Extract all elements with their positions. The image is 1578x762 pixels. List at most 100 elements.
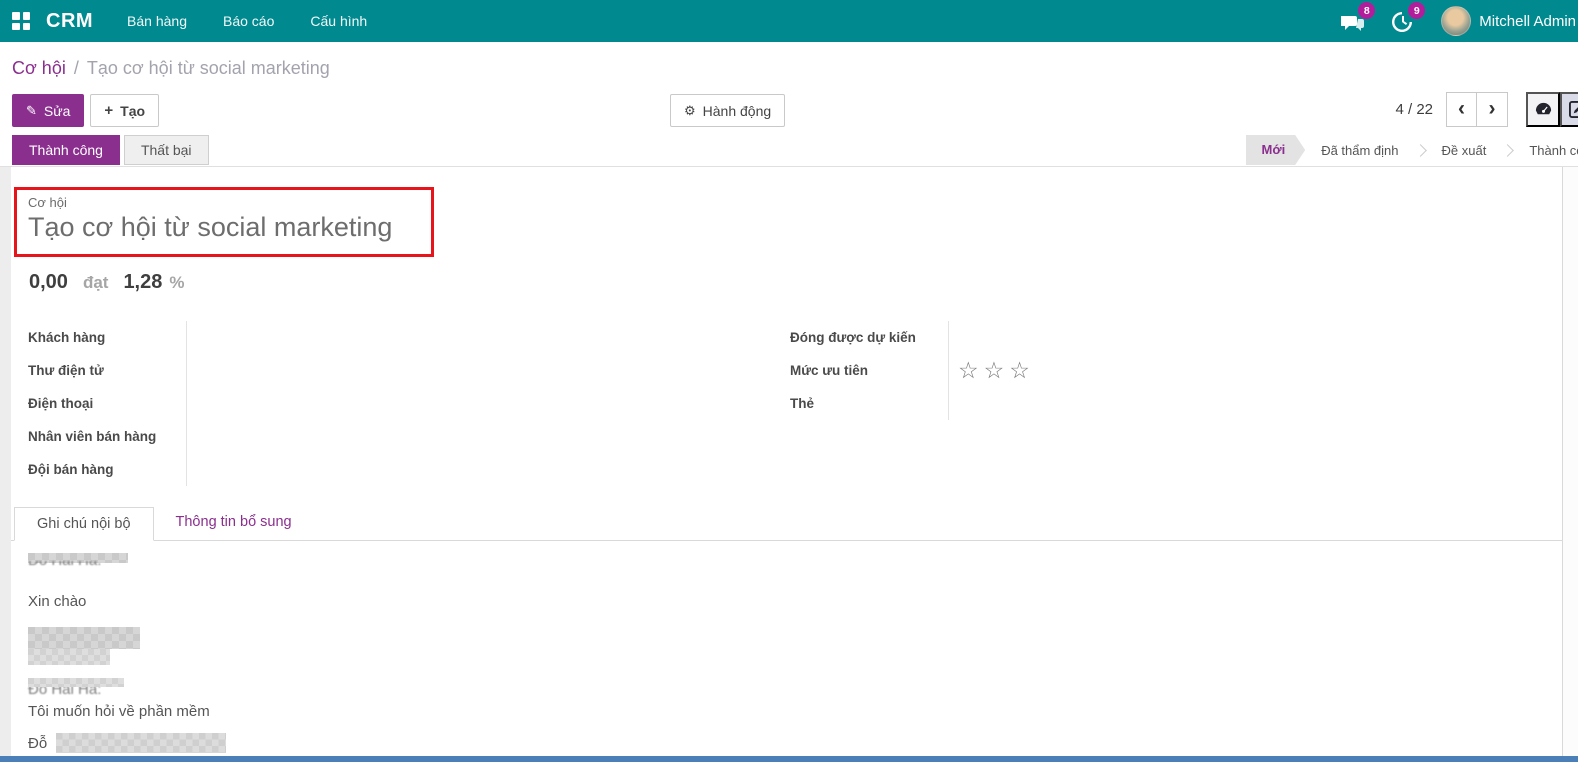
field-group-right: Đóng được dự kiến Mức ưu tiên ☆ ☆ ☆ Thẻ xyxy=(790,321,1530,420)
field-label-priority: Mức ưu tiên xyxy=(790,363,948,378)
page-gutter-left xyxy=(0,167,11,756)
field-row: Đội bán hàng xyxy=(28,453,768,486)
apps-grid-icon[interactable] xyxy=(12,12,30,30)
note-last-prefix: Đỗ xyxy=(28,735,47,752)
edit-button[interactable]: ✎ Sửa xyxy=(12,94,84,127)
menu-item-reporting[interactable]: Báo cáo xyxy=(223,13,274,29)
breadcrumb-current: Tạo cơ hội từ social marketing xyxy=(87,58,330,79)
field-value-salesperson[interactable] xyxy=(186,420,768,453)
field-row: Thư điện tử xyxy=(28,354,768,387)
stage-proposition[interactable]: Đề xuất xyxy=(1426,143,1503,158)
user-menu[interactable]: Mitchell Admin xyxy=(1441,6,1576,36)
field-value-customer[interactable] xyxy=(186,321,768,354)
messages-icon[interactable]: 8 xyxy=(1341,9,1367,33)
breadcrumb-separator: / xyxy=(74,58,79,79)
field-label-sales-team: Đội bán hàng xyxy=(28,462,186,477)
field-value-sales-team[interactable] xyxy=(186,453,768,486)
redacted-block xyxy=(28,678,124,687)
gear-icon: ⚙ xyxy=(684,103,696,119)
top-navbar: CRM Bán hàng Báo cáo Cấu hình 8 9 xyxy=(0,0,1578,42)
field-label-phone: Điện thoại xyxy=(28,396,186,411)
breadcrumb: Cơ hội / Tạo cơ hội từ social marketing xyxy=(0,42,1578,88)
field-value-tags[interactable] xyxy=(948,387,1530,420)
create-button-label: Tạo xyxy=(120,103,145,119)
user-avatar xyxy=(1441,6,1471,36)
note-last-line: Đỗ xyxy=(28,733,226,753)
view-switcher xyxy=(1526,92,1578,127)
pager-and-views: 4 / 22 ‹ › xyxy=(1395,92,1578,127)
crm-form-screen: CRM Bán hàng Báo cáo Cấu hình 8 9 xyxy=(0,0,1578,762)
note-greeting: Xin chào xyxy=(28,593,86,610)
stage-pipeline: Mới Đã thẩm định Đề xuất Thành công xyxy=(1246,135,1578,165)
form-edit-icon xyxy=(1569,101,1578,118)
stage-qualified[interactable]: Đã thẩm định xyxy=(1305,143,1414,158)
field-row: Điện thoại xyxy=(28,387,768,420)
expected-revenue-value[interactable]: 0,00 xyxy=(29,271,68,294)
activities-badge: 9 xyxy=(1408,2,1425,19)
field-label-tags: Thẻ xyxy=(790,396,948,411)
redacted-block xyxy=(28,627,140,649)
pager: ‹ › xyxy=(1446,92,1508,127)
menu-item-configuration[interactable]: Cấu hình xyxy=(310,13,367,29)
field-label-salesperson: Nhân viên bán hàng xyxy=(28,429,186,444)
app-brand[interactable]: CRM xyxy=(46,10,93,33)
action-menu-button[interactable]: ⚙ Hành động xyxy=(670,94,785,127)
field-row: Khách hàng xyxy=(28,321,768,354)
stage-chevron-icon xyxy=(1501,144,1514,157)
chevron-left-icon: ‹ xyxy=(1458,98,1465,119)
note-speaker-1: Đỗ Hải Hà: xyxy=(28,561,168,572)
menu-item-sales[interactable]: Bán hàng xyxy=(127,13,187,29)
activities-icon[interactable]: 9 xyxy=(1391,9,1417,33)
plus-icon: + xyxy=(104,102,113,119)
edit-button-label: Sửa xyxy=(44,103,71,119)
field-row: Đóng được dự kiến xyxy=(790,321,1530,354)
create-button[interactable]: + Tạo xyxy=(90,94,159,127)
field-row: Mức ưu tiên ☆ ☆ ☆ xyxy=(790,354,1530,387)
messages-badge: 8 xyxy=(1358,2,1375,19)
gauge-icon xyxy=(1534,100,1553,119)
form-sheet: Cơ hội Tạo cơ hội từ social marketing 0,… xyxy=(11,167,1563,756)
stage-chevron-icon xyxy=(1414,144,1427,157)
breadcrumb-parent-link[interactable]: Cơ hội xyxy=(12,58,66,79)
field-label-expected-closing: Đóng được dự kiến xyxy=(790,330,948,345)
percent-sign: % xyxy=(169,273,184,293)
field-value-priority: ☆ ☆ ☆ xyxy=(948,354,1530,387)
dashboard-view-button[interactable] xyxy=(1526,92,1560,127)
bottom-window-edge xyxy=(0,756,1578,762)
star-icon[interactable]: ☆ xyxy=(984,359,1005,382)
form-page: Cơ hội Tạo cơ hội từ social marketing 0,… xyxy=(0,167,1578,756)
user-name: Mitchell Admin xyxy=(1479,13,1576,30)
revenue-row: 0,00 đạt 1,28 % xyxy=(29,271,185,294)
tab-extra-info[interactable]: Thông tin bổ sung xyxy=(154,506,314,540)
redacted-block xyxy=(28,649,110,665)
topbar-right: 8 9 Mitchell Admin xyxy=(1341,6,1578,36)
star-icon[interactable]: ☆ xyxy=(1009,359,1030,382)
form-view-button[interactable] xyxy=(1560,92,1578,127)
field-label-customer: Khách hàng xyxy=(28,330,186,345)
star-icon[interactable]: ☆ xyxy=(958,359,979,382)
notebook-tabs: Ghi chú nội bộ Thông tin bổ sung xyxy=(11,507,1562,541)
opportunity-title[interactable]: Tạo cơ hội từ social marketing xyxy=(28,212,392,243)
priority-stars[interactable]: ☆ ☆ ☆ xyxy=(958,359,1030,382)
note-message: Tôi muốn hỏi về phần mềm xyxy=(28,703,210,720)
field-row: Thẻ xyxy=(790,387,1530,420)
mark-won-button[interactable]: Thành công xyxy=(12,135,120,165)
page-gutter-right xyxy=(1563,167,1578,756)
field-label-email: Thư điện tử xyxy=(28,363,186,378)
probability-value[interactable]: 1,28 xyxy=(123,271,162,294)
pager-previous-button[interactable]: ‹ xyxy=(1446,92,1477,127)
redacted-block xyxy=(56,733,226,753)
record-type-label: Cơ hội xyxy=(28,195,67,210)
control-panel: ✎ Sửa + Tạo ⚙ Hành động 4 / 22 ‹ › xyxy=(0,88,1578,133)
stage-won[interactable]: Thành công xyxy=(1513,143,1578,158)
field-value-phone[interactable] xyxy=(186,387,768,420)
pager-next-button[interactable]: › xyxy=(1477,92,1508,127)
field-value-email[interactable] xyxy=(186,354,768,387)
field-row: Nhân viên bán hàng xyxy=(28,420,768,453)
field-value-expected-closing[interactable] xyxy=(948,321,1530,354)
stage-new[interactable]: Mới xyxy=(1246,135,1306,165)
pencil-icon: ✎ xyxy=(26,103,37,119)
mark-lost-button[interactable]: Thất bại xyxy=(124,135,209,165)
statusbar: Thành công Thất bại Mới Đã thẩm định Đề … xyxy=(0,133,1578,167)
tab-internal-notes[interactable]: Ghi chú nội bộ xyxy=(14,507,154,541)
